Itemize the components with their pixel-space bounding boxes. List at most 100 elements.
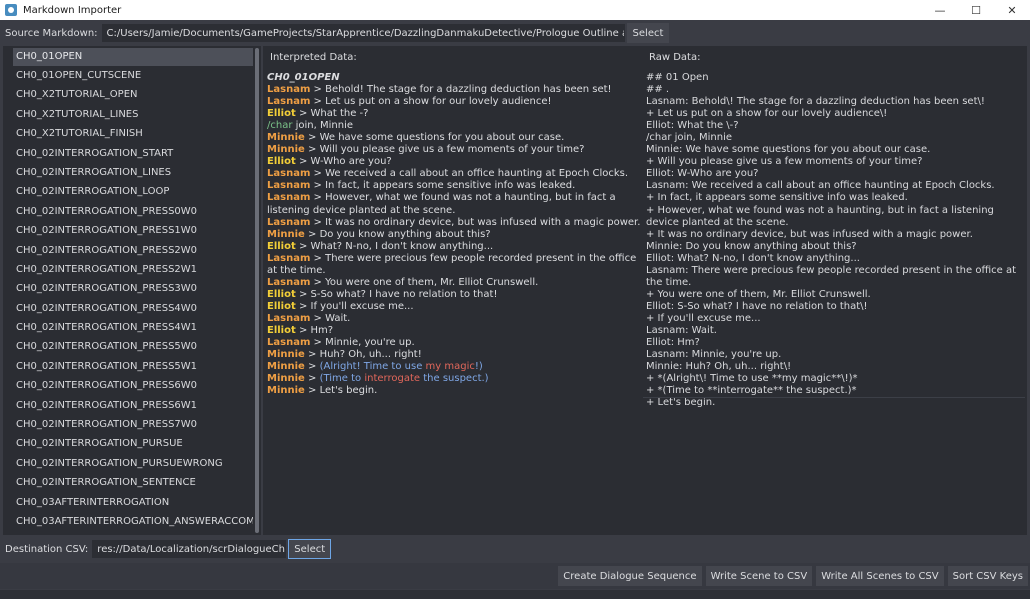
source-label: Source Markdown:	[5, 27, 98, 39]
interpreted-line: /char join, Minnie	[267, 120, 643, 132]
scene-list-item[interactable]: CH0_02INTERROGATION_PRESS7W0	[3, 415, 261, 434]
line-text: > Huh? Oh, uh... right!	[304, 349, 422, 361]
line-text: > What? N-no, I don't know anything...	[295, 240, 494, 252]
line-text: > What the -?	[295, 108, 369, 120]
scene-list-item[interactable]: CH0_02INTERROGATION_PRESS4W1	[3, 318, 261, 337]
line-text: > Will you please give us a few moments …	[304, 144, 585, 156]
footer-strip	[0, 590, 1030, 599]
interpreted-line: Lasnam > Behold! The stage for a dazzlin…	[267, 84, 643, 96]
speaker-name: Elliot	[267, 108, 296, 120]
scene-list-item[interactable]: CH0_02INTERROGATION_PURSUE	[3, 434, 261, 453]
speaker-name: Lasnam	[267, 216, 311, 228]
speaker-name: Lasnam	[267, 252, 311, 264]
scene-list-item[interactable]: CH0_02INTERROGATION_PRESS0W0	[3, 202, 261, 221]
thought-text: the suspect.)	[420, 373, 489, 385]
line-text: > W-Who are you?	[295, 156, 392, 168]
raw-line: + Let's begin.	[646, 397, 716, 409]
speaker-name: Minnie	[267, 373, 305, 385]
raw-line: + It was no ordinary device, but was inf…	[646, 228, 973, 240]
line-text: > Hm?	[295, 324, 334, 336]
interpreted-line: Lasnam > You were one of them, Mr. Ellio…	[267, 277, 643, 289]
scene-list-item[interactable]: CH0_01OPEN	[13, 48, 255, 66]
interpreted-line: Elliot > If you'll excuse me...	[267, 301, 643, 313]
speaker-name: Elliot	[267, 324, 296, 336]
scene-list-item[interactable]: CH0_02INTERROGATION_PRESS4W0	[3, 299, 261, 318]
raw-line: ## .	[646, 84, 670, 96]
scene-list-item[interactable]: CH0_X2TUTORIAL_LINES	[3, 105, 261, 124]
emphasis-text: my magic	[425, 361, 475, 373]
sort-csv-keys-button[interactable]: Sort CSV Keys	[947, 566, 1028, 586]
scene-list-scrollbar[interactable]	[253, 46, 261, 535]
minimize-icon[interactable]: —	[922, 0, 958, 20]
interpreted-line: Elliot > W-Who are you?	[267, 156, 643, 168]
preview-panel: Interpreted Data: Raw Data: CH0_01OPEN L…	[263, 46, 1027, 535]
line-text: > However, what we found was not a haunt…	[267, 192, 616, 216]
scene-list-item[interactable]: CH0_02INTERROGATION_PURSUEWRONG	[3, 454, 261, 473]
scene-list-item[interactable]: CH0_01OPEN_CUTSCENE	[3, 66, 261, 85]
line-text: > In fact, it appears some sensitive inf…	[310, 180, 576, 192]
scene-list-item[interactable]: CH0_02INTERROGATION_PRESS3W0	[3, 279, 261, 298]
interpreted-line: Lasnam > It was no ordinary device, but …	[267, 217, 643, 229]
thought-text: (Time to	[319, 373, 365, 385]
raw-line: Elliot: What the \-?	[646, 120, 739, 132]
source-row: Source Markdown: C:/Users/Jamie/Document…	[0, 22, 1030, 44]
speaker-name: Lasnam	[267, 337, 311, 349]
scene-list-item[interactable]: CH0_02INTERROGATION_PRESS5W0	[3, 337, 261, 356]
write-scene-button[interactable]: Write Scene to CSV	[705, 566, 813, 586]
raw-line: Minnie: Do you know anything about this?	[646, 240, 857, 252]
scene-list-item[interactable]: CH0_03AFTERINTERROGATION_ANSWERACCOMPLI.…	[3, 512, 261, 531]
scene-list-item[interactable]: CH0_02INTERROGATION_PRESS5W1	[3, 357, 261, 376]
raw-line: Lasnam: We received a call about an offi…	[646, 180, 995, 192]
interpreted-line: Minnie > We have some questions for you …	[267, 132, 643, 144]
scene-list-item[interactable]: CH0_02INTERROGATION_START	[3, 144, 261, 163]
scene-list-item[interactable]: CH0_02INTERROGATION_LINES	[3, 163, 261, 182]
source-select-button[interactable]: Select	[626, 23, 670, 43]
scene-list-item[interactable]: CH0_02INTERROGATION_PRESS2W1	[3, 260, 261, 279]
window-titlebar: Markdown Importer — ☐ ✕	[0, 0, 1030, 20]
speaker-name: Elliot	[267, 156, 296, 168]
close-icon[interactable]: ✕	[994, 0, 1030, 20]
destination-select-button[interactable]: Select	[288, 539, 332, 559]
speaker-name: Elliot	[267, 288, 296, 300]
scene-list-item[interactable]: CH0_X2TUTORIAL_OPEN	[3, 85, 261, 104]
thought-text: (Alright! Time to use	[319, 361, 426, 373]
line-text: > It was no ordinary device, but was inf…	[310, 216, 641, 228]
line-text: >	[304, 361, 320, 373]
interpreted-line: Lasnam > Minnie, you're up.	[267, 337, 643, 349]
scene-list-item[interactable]: CH0_02INTERROGATION_SENTENCE	[3, 473, 261, 492]
scene-list[interactable]: CH0_01OPEN CH0_01OPEN_CUTSCENE CH0_X2TUTOR…	[3, 46, 261, 535]
line-text: > We received a call about an office hau…	[310, 168, 629, 180]
raw-header: Raw Data:	[649, 52, 701, 63]
scene-list-item[interactable]: CH0_03AFTERINTERROGATION	[3, 493, 261, 512]
maximize-icon[interactable]: ☐	[958, 0, 994, 20]
raw-line: + You were one of them, Mr. Elliot Cruns…	[646, 288, 871, 300]
line-text: > You were one of them, Mr. Elliot Cruns…	[310, 276, 539, 288]
scene-list-item[interactable]: CH0_X2TUTORIAL_FINISH	[3, 124, 261, 143]
source-path-field[interactable]: C:/Users/Jamie/Documents/GameProjects/St…	[101, 24, 625, 42]
scene-list-item[interactable]: CH0_02INTERROGATION_PRESS1W0	[3, 221, 261, 240]
interpreted-line: Lasnam > We received a call about an off…	[267, 168, 643, 180]
speaker-name: Minnie	[267, 385, 305, 397]
interpreted-line: Elliot > S-So what? I have no relation t…	[267, 289, 643, 301]
create-dialogue-sequence-button[interactable]: Create Dialogue Sequence	[558, 566, 702, 586]
line-text: > Minnie, you're up.	[310, 337, 415, 349]
raw-line: Lasnam: Behold\! The stage for a dazzlin…	[646, 96, 985, 108]
interpreted-line: Elliot > What the -?	[267, 108, 643, 120]
raw-line: + Let us put on a show for our lovely au…	[646, 108, 888, 120]
line-text: > There were precious few people recorde…	[267, 252, 637, 276]
destination-path-field[interactable]: res://Data/Localization/scrDialogueCh0.c…	[92, 540, 287, 558]
scrollbar-thumb[interactable]	[255, 48, 259, 533]
speaker-name: Elliot	[267, 240, 296, 252]
scene-list-item[interactable]: CH0_02INTERROGATION_PRESS6W1	[3, 396, 261, 415]
action-buttons: Create Dialogue Sequence Write Scene to …	[558, 566, 1028, 586]
line-text: > Let us put on a show for our lovely au…	[310, 96, 552, 108]
speaker-name: Minnie	[267, 132, 305, 144]
scene-list-item[interactable]: CH0_02INTERROGATION_LOOP	[3, 182, 261, 201]
interpreted-line: Minnie > Will you please give us a few m…	[267, 144, 643, 156]
scene-list-item[interactable]: CH0_02INTERROGATION_PRESS6W0	[3, 376, 261, 395]
scene-list-item[interactable]: CH0_02INTERROGATION_PRESS2W0	[3, 241, 261, 260]
line-text: >	[304, 373, 320, 385]
raw-line: Elliot: Hm?	[646, 337, 700, 349]
speaker-name: Lasnam	[267, 96, 311, 108]
write-all-scenes-button[interactable]: Write All Scenes to CSV	[816, 566, 944, 586]
